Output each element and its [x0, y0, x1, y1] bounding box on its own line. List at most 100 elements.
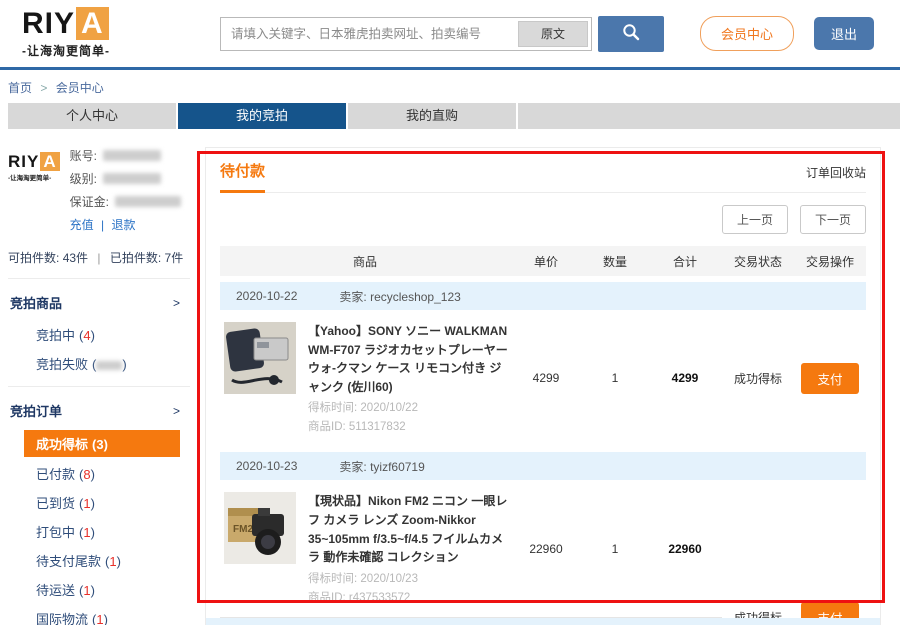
- prev-page-button[interactable]: 上一页: [722, 205, 788, 234]
- table-header: 商品 单价 数量 合计 交易状态 交易操作: [220, 246, 866, 276]
- breadcrumb-current[interactable]: 会员中心: [56, 81, 104, 95]
- pay-button[interactable]: 支付: [801, 363, 858, 394]
- col-header-product: 商品: [220, 253, 510, 270]
- search-button[interactable]: [598, 16, 664, 52]
- product-title[interactable]: 【Yahoo】SONY ソニー WALKMAN WM-F707 ラジオカセットプ…: [308, 322, 510, 396]
- order-group-header: 2020-10-23 卖家: tyizf60719: [220, 452, 866, 480]
- next-order-group-partial: [206, 618, 880, 625]
- original-text-button[interactable]: 原文: [518, 21, 588, 47]
- section-header-auction-goods[interactable]: 竞拍商品 >: [8, 291, 190, 320]
- tab-bar: 个人中心 我的竞拍 我的直购: [8, 103, 900, 129]
- sidebar-item-bidding[interactable]: 竞拍中4: [8, 320, 190, 349]
- item-label: 已到货: [36, 496, 75, 511]
- sidebar-logo-accent: A: [40, 152, 59, 171]
- col-header-qty: 数量: [582, 253, 648, 270]
- product-id-value: r437533572: [349, 592, 410, 604]
- deposit-value-redacted: [115, 196, 181, 207]
- page-title: 待付款: [220, 160, 265, 193]
- section-header-auction-orders[interactable]: 竞拍订单 >: [8, 399, 190, 428]
- stats-divider: |: [97, 251, 100, 265]
- won-time-value: 2020/10/23: [360, 573, 418, 585]
- product-id-label: 商品ID:: [308, 592, 346, 604]
- next-page-button[interactable]: 下一页: [800, 205, 866, 234]
- sidebar-logo: RIYA -让海淘更简单-: [8, 147, 60, 233]
- unit-price: 22960: [529, 542, 562, 556]
- account-label: 账号:: [70, 147, 97, 164]
- level-value-redacted: [103, 173, 161, 184]
- account-value-redacted: [103, 150, 161, 161]
- logo-tagline: -让海淘更简单-: [22, 42, 172, 59]
- seller-label: 卖家:: [339, 460, 366, 474]
- sidebar-item-packing[interactable]: 打包中1: [8, 517, 190, 546]
- sidebar-item-arrived[interactable]: 已到货1: [8, 488, 190, 517]
- won-time-value: 2020/10/22: [360, 402, 418, 414]
- status-badge: 成功得标: [734, 370, 782, 387]
- order-recycle-bin-link[interactable]: 订单回收站: [806, 160, 866, 181]
- logout-button[interactable]: 退出: [814, 17, 874, 50]
- item-label: 国际物流: [36, 612, 88, 625]
- col-header-unit-price: 单价: [510, 253, 582, 270]
- link-divider: |: [101, 218, 104, 232]
- item-label: 打包中: [36, 525, 75, 540]
- order-row: FM2 【現状品】Nikon FM2 ニコン 一眼レフ カメラ レンズ Zoom…: [220, 480, 866, 625]
- sidebar-item-pending-balance[interactable]: 待支付尾款1: [8, 546, 190, 575]
- product-title[interactable]: 【現状品】Nikon FM2 ニコン 一眼レフ カメラ レンズ Zoom-Nik…: [308, 492, 510, 566]
- member-center-button[interactable]: 会员中心: [700, 16, 794, 51]
- bid-count-value: 7件: [165, 251, 184, 265]
- col-header-total: 合计: [648, 253, 722, 270]
- chevron-right-icon: >: [173, 296, 180, 310]
- breadcrumb-separator: >: [40, 81, 47, 95]
- won-time-label: 得标时间:: [308, 402, 357, 414]
- chevron-right-icon: >: [173, 404, 180, 418]
- search-icon: [621, 22, 641, 45]
- breadcrumb-home[interactable]: 首页: [8, 81, 32, 95]
- breadcrumb: 首页 > 会员中心: [0, 70, 900, 103]
- sidebar-item-bid-failed[interactable]: 竞拍失败: [8, 349, 190, 378]
- order-date: 2020-10-22: [236, 289, 297, 303]
- sidebar-item-won[interactable]: 成功得标3: [24, 430, 180, 457]
- order-row: 【Yahoo】SONY ソニー WALKMAN WM-F707 ラジオカセットプ…: [220, 310, 866, 446]
- site-logo[interactable]: RIYA -让海淘更简单-: [22, 9, 172, 59]
- section-title: 竞拍商品: [10, 293, 62, 312]
- order-item: FM2 【現状品】Nikon FM2 ニコン 一眼レフ カメラ レンズ Zoom…: [220, 480, 722, 616]
- sidebar-logo-text: RIY: [8, 152, 39, 171]
- svg-text:FM2: FM2: [233, 524, 253, 535]
- tab-my-auction[interactable]: 我的竞拍: [178, 103, 346, 129]
- product-id-label: 商品ID:: [308, 421, 346, 433]
- account-summary: RIYA -让海淘更简单- 账号: 级别: 保证金: 充值 | 退款: [8, 147, 190, 233]
- sidebar-item-intl-logistics[interactable]: 国际物流1: [8, 604, 190, 625]
- seller-name[interactable]: tyizf60719: [370, 460, 425, 474]
- order-date: 2020-10-23: [236, 459, 297, 473]
- item-label: 成功得标: [36, 437, 88, 452]
- logo-accent-letter: A: [76, 7, 109, 40]
- logo-text: RIY: [22, 7, 75, 40]
- product-image[interactable]: [224, 322, 296, 394]
- product-id-value: 511317832: [349, 421, 406, 433]
- quantity: 1: [612, 542, 619, 556]
- header: RIYA -让海淘更简单- 原文 会员中心 退出: [0, 0, 900, 70]
- item-label: 竞拍失败: [36, 357, 88, 372]
- tab-personal-center[interactable]: 个人中心: [8, 103, 176, 129]
- item-label: 待运送: [36, 583, 75, 598]
- refund-link[interactable]: 退款: [111, 218, 135, 232]
- col-header-action: 交易操作: [794, 253, 866, 270]
- item-label: 已付款: [36, 467, 75, 482]
- total-price: 22960: [668, 542, 701, 556]
- search-bar: 原文: [220, 16, 664, 52]
- deposit-label: 保证金:: [70, 193, 109, 210]
- recharge-link[interactable]: 充值: [70, 218, 94, 232]
- product-image[interactable]: FM2: [224, 492, 296, 564]
- sidebar-section-auction-goods: 竞拍商品 > 竞拍中4 竞拍失败: [8, 278, 190, 386]
- bid-count-label: 已拍件数:: [110, 251, 161, 265]
- tab-my-direct-buy[interactable]: 我的直购: [348, 103, 516, 129]
- seller-label: 卖家:: [339, 290, 366, 304]
- sidebar: RIYA -让海淘更简单- 账号: 级别: 保证金: 充值 | 退款 可拍件数:…: [8, 147, 190, 625]
- sidebar-item-to-ship[interactable]: 待运送1: [8, 575, 190, 604]
- total-price: 4299: [672, 371, 699, 385]
- sidebar-item-paid[interactable]: 已付款8: [8, 459, 190, 488]
- section-title: 竞拍订单: [10, 401, 62, 420]
- col-header-status: 交易状态: [722, 253, 794, 270]
- won-time-label: 得标时间:: [308, 573, 357, 585]
- seller-name[interactable]: recycleshop_123: [370, 290, 461, 304]
- item-label: 待支付尾款: [36, 554, 101, 569]
